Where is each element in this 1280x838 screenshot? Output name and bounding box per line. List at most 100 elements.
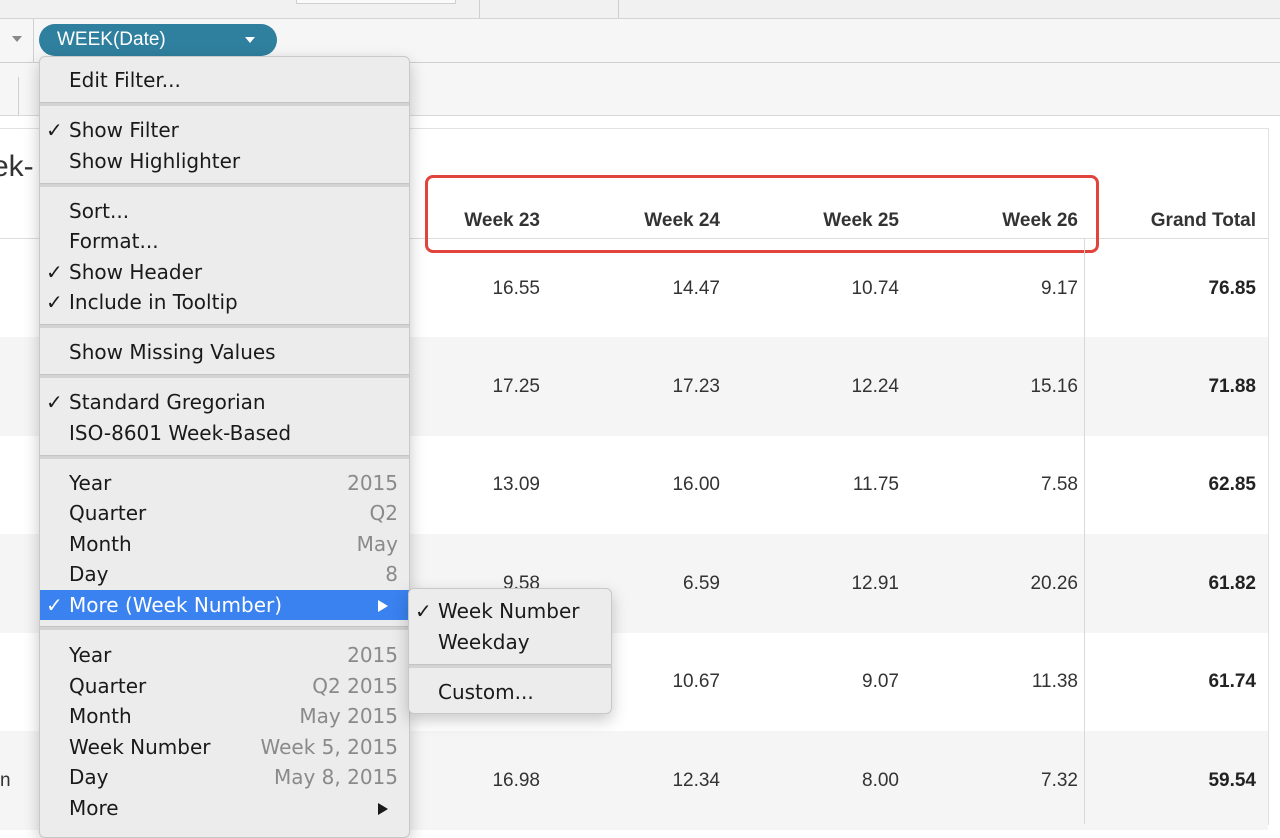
- menu-item-label: Standard Gregorian: [69, 390, 266, 414]
- table-cell: 20.26: [1030, 573, 1078, 594]
- menu-item-day-continuous[interactable]: Day May 8, 2015: [40, 762, 409, 792]
- menu-item-label: Show Header: [69, 260, 203, 284]
- checkmark-icon: ✓: [46, 118, 63, 142]
- checkmark-icon: ✓: [46, 260, 63, 284]
- menu-item-label: Sort...: [69, 199, 130, 223]
- grand-total-cell: 61.74: [1208, 671, 1256, 692]
- menu-separator: [40, 374, 409, 378]
- menu-item-label: Week Number: [69, 735, 211, 759]
- submenu-item-week-number[interactable]: ✓ Week Number: [409, 596, 611, 626]
- menu-item-label: Quarter: [69, 501, 147, 525]
- menu-item-show-missing-values[interactable]: Show Missing Values: [40, 337, 409, 367]
- menu-item-day-discrete[interactable]: Day 8: [40, 559, 409, 589]
- table-cell: 14.47: [672, 278, 720, 299]
- menu-item-show-filter[interactable]: ✓ Show Filter: [40, 115, 409, 145]
- menu-item-label: Format...: [69, 229, 159, 253]
- menu-item-show-header[interactable]: ✓ Show Header: [40, 257, 409, 287]
- menu-item-label: Day: [69, 562, 109, 586]
- menu-item-value: 8: [385, 562, 398, 586]
- menu-separator: [40, 455, 409, 459]
- menu-item-value: Q2 2015: [312, 674, 398, 698]
- menu-item-iso-week-based[interactable]: ISO-8601 Week-Based: [40, 418, 409, 448]
- menu-item-label: Show Filter: [69, 118, 179, 142]
- toolbar-field[interactable]: [296, 0, 456, 4]
- menu-item-month-continuous[interactable]: Month May 2015: [40, 701, 409, 731]
- menu-item-quarter-discrete[interactable]: Quarter Q2: [40, 498, 409, 528]
- menu-item-label: More: [69, 796, 119, 820]
- menu-item-label: Year: [69, 643, 112, 667]
- menu-item-label: More (Week Number): [69, 593, 283, 617]
- table-cell: 11.75: [852, 474, 899, 495]
- checkmark-icon: ✓: [415, 599, 432, 623]
- grand-total-cell: 71.88: [1208, 376, 1256, 397]
- menu-item-more[interactable]: More: [40, 793, 409, 823]
- menu-item-format[interactable]: Format...: [40, 226, 409, 256]
- menu-item-show-highlighter[interactable]: Show Highlighter: [40, 146, 409, 176]
- grand-total-cell: 62.85: [1208, 474, 1256, 495]
- chevron-down-icon[interactable]: [245, 37, 255, 43]
- table-cell: 11.38: [1031, 671, 1078, 692]
- checkmark-icon: ✓: [46, 593, 63, 617]
- menu-item-value: May 8, 2015: [273, 765, 398, 789]
- pill-label: WEEK(Date): [57, 29, 166, 50]
- menu-item-edit-filter[interactable]: Edit Filter...: [40, 65, 409, 95]
- menu-item-week-number-continuous[interactable]: Week Number Week 5, 2015: [40, 732, 409, 762]
- menu-item-label: Include in Tooltip: [69, 290, 238, 314]
- grand-total-cell: 59.54: [1208, 770, 1256, 791]
- menu-item-year-discrete[interactable]: Year 2015: [40, 468, 409, 498]
- menu-item-label: Week Number: [438, 599, 580, 623]
- table-cell: 12.91: [851, 573, 899, 594]
- menu-item-label: Weekday: [438, 630, 530, 654]
- table-cell: 13.09: [492, 474, 540, 495]
- menu-separator: [40, 102, 409, 106]
- table-cell: 10.74: [851, 278, 899, 299]
- menu-item-label: Custom...: [438, 680, 534, 704]
- table-cell: 15.16: [1030, 376, 1078, 397]
- table-cell: 17.25: [492, 376, 540, 397]
- menu-item-month-discrete[interactable]: Month May: [40, 529, 409, 559]
- submenu-item-custom[interactable]: Custom...: [409, 677, 611, 707]
- checkmark-icon: ✓: [46, 390, 63, 414]
- grand-total-cell: 76.85: [1208, 278, 1256, 299]
- menu-item-standard-gregorian[interactable]: ✓ Standard Gregorian: [40, 387, 409, 417]
- menu-item-label: Quarter: [69, 674, 147, 698]
- menu-item-label: Month: [69, 704, 132, 728]
- menu-item-label: Edit Filter...: [69, 68, 181, 92]
- column-header-grand-total[interactable]: Grand Total: [1116, 210, 1256, 232]
- menu-item-label: Day: [69, 765, 109, 789]
- menu-item-label: Year: [69, 471, 112, 495]
- table-cell: 9.07: [862, 671, 899, 692]
- menu-item-label: Month: [69, 532, 132, 556]
- submenu-arrow-icon: [378, 803, 388, 815]
- table-cell: 12.34: [672, 770, 720, 791]
- menu-item-value: May: [356, 532, 398, 556]
- menu-item-label: ISO-8601 Week-Based: [69, 421, 292, 445]
- table-cell: 7.58: [1041, 474, 1078, 495]
- table-cell: 8.00: [862, 770, 899, 791]
- menu-separator: [40, 324, 409, 328]
- submenu-item-weekday[interactable]: Weekday: [409, 627, 611, 657]
- pill-context-menu: Edit Filter... ✓ Show Filter Show Highli…: [39, 56, 410, 838]
- menu-item-sort[interactable]: Sort...: [40, 196, 409, 226]
- table-cell: 16.55: [492, 278, 540, 299]
- checkmark-icon: ✓: [46, 290, 63, 314]
- menu-item-more-week-number[interactable]: ✓ More (Week Number): [40, 590, 409, 620]
- menu-item-value: May 2015: [299, 704, 398, 728]
- submenu-arrow-icon: [378, 600, 388, 612]
- menu-item-include-in-tooltip[interactable]: ✓ Include in Tooltip: [40, 287, 409, 317]
- menu-item-value: Q2: [369, 501, 398, 525]
- table-cell: 17.23: [672, 376, 720, 397]
- top-toolbar: [0, 0, 1280, 19]
- menu-item-label: Show Missing Values: [69, 340, 276, 364]
- week-date-pill[interactable]: WEEK(Date): [39, 24, 277, 56]
- toolbar-divider: [479, 0, 480, 18]
- more-submenu: ✓ Week Number Weekday Custom...: [408, 588, 612, 714]
- menu-item-value: 2015: [347, 643, 398, 667]
- shelf-dropdown[interactable]: [0, 19, 34, 62]
- menu-item-year-continuous[interactable]: Year 2015: [40, 640, 409, 670]
- table-cell: 7.32: [1041, 770, 1078, 791]
- worksheet-title: ek-: [0, 150, 34, 183]
- menu-item-value: Week 5, 2015: [260, 735, 399, 759]
- menu-separator: [40, 183, 409, 187]
- menu-item-quarter-continuous[interactable]: Quarter Q2 2015: [40, 671, 409, 701]
